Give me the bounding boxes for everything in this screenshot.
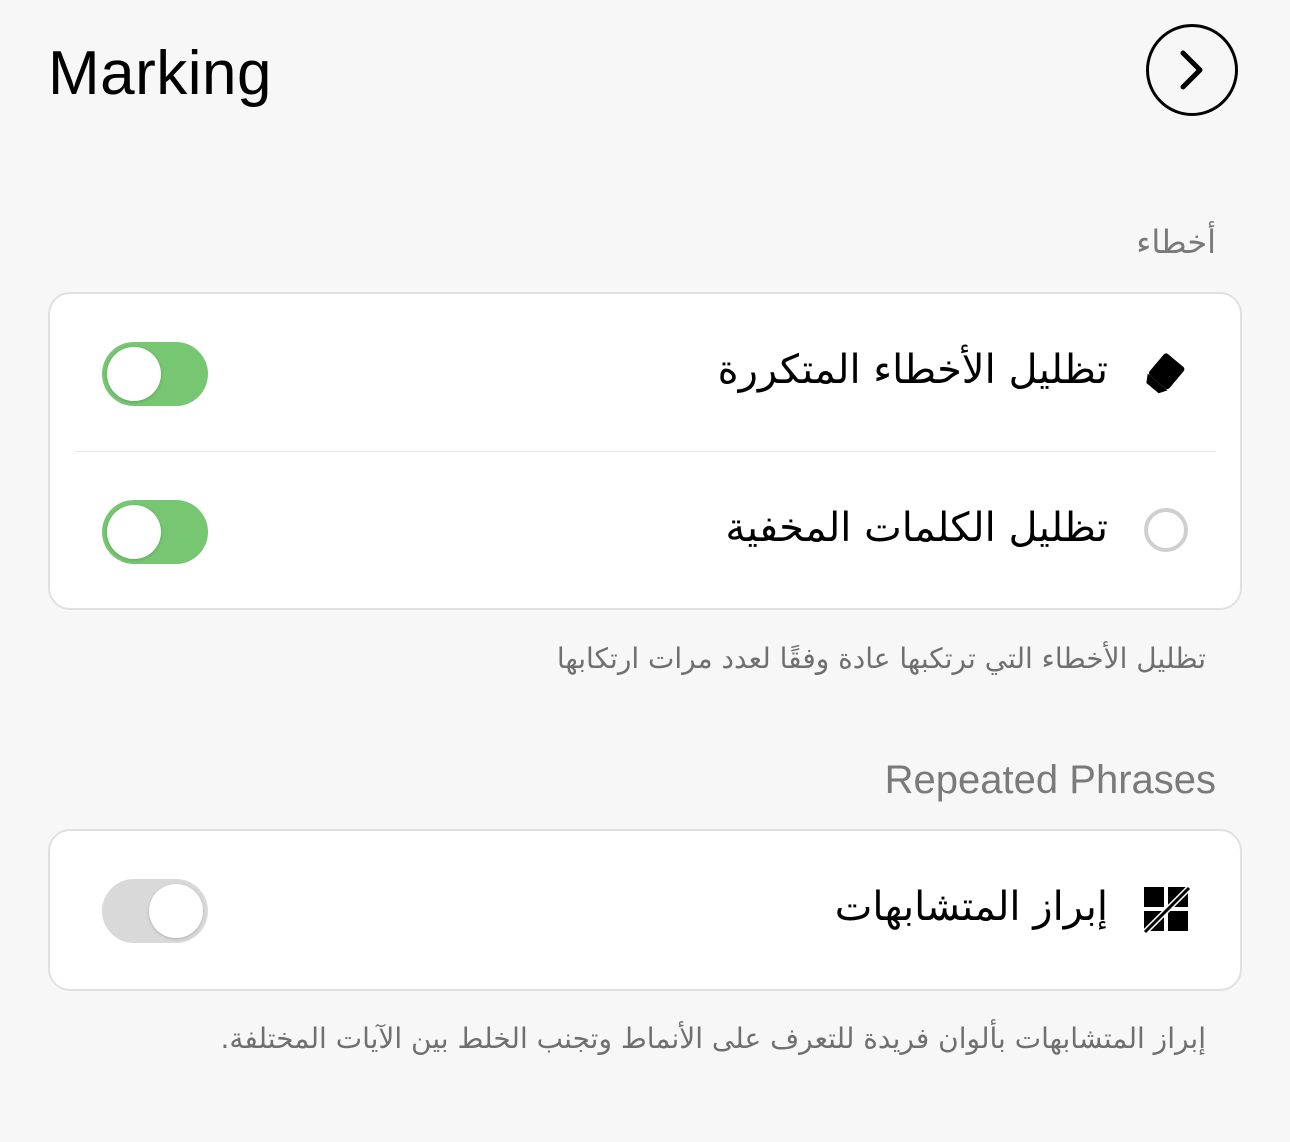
highlighter-icon [1140, 346, 1192, 398]
similar-blocks-off-icon [1140, 883, 1192, 935]
errors-footnote: تظليل الأخطاء التي ترتكبها عادة وفقًا لع… [556, 642, 1206, 675]
toggle-switch[interactable] [102, 342, 208, 406]
toggle-knob [107, 505, 161, 559]
setting-row-repeated-errors[interactable]: تظليل الأخطاء المتكررة [50, 294, 1240, 450]
toggle-knob [149, 884, 203, 938]
repeated-phrases-footnote: إبراز المتشابهات بألوان فريدة للتعرف على… [220, 1022, 1206, 1055]
section-header-repeated-phrases: Repeated Phrases [884, 758, 1216, 802]
repeated-phrases-settings-card: إبراز المتشابهات [48, 829, 1242, 991]
next-button[interactable] [1146, 24, 1238, 116]
chevron-right-icon [1180, 50, 1203, 90]
setting-row-highlight-similar[interactable]: إبراز المتشابهات [50, 831, 1240, 987]
errors-settings-card: تظليل الأخطاء المتكررة تظليل الكلمات الم… [48, 292, 1242, 610]
toggle-switch[interactable] [102, 500, 208, 564]
setting-label: تظليل الأخطاء المتكررة [717, 347, 1108, 393]
setting-label: إبراز المتشابهات [834, 884, 1108, 930]
page-title: Marking [48, 39, 273, 108]
setting-label: تظليل الكلمات المخفية [725, 505, 1108, 551]
toggle-switch[interactable] [102, 879, 208, 943]
setting-row-hidden-words[interactable]: تظليل الكلمات المخفية [50, 452, 1240, 608]
toggle-knob [107, 347, 161, 401]
section-header-errors: أخطاء [1136, 223, 1216, 261]
circle-outline-icon [1140, 504, 1192, 556]
